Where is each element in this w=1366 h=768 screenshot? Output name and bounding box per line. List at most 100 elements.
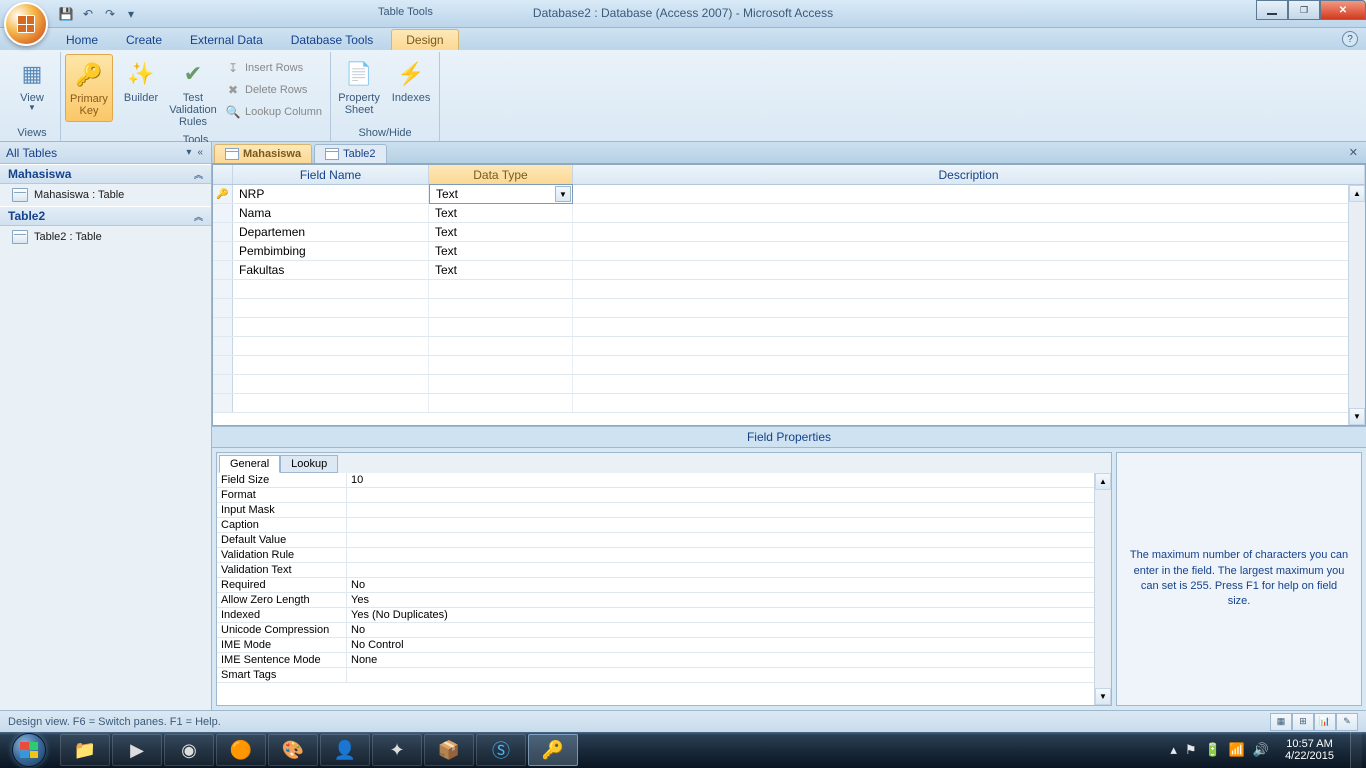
field-name-cell[interactable]: Pembimbing xyxy=(233,242,429,260)
tray-volume-icon[interactable]: 🔊 xyxy=(1253,742,1269,758)
description-cell[interactable] xyxy=(573,204,1365,222)
field-name-cell[interactable]: Departemen xyxy=(233,223,429,241)
description-cell[interactable] xyxy=(573,280,1365,298)
doc-tab-mahasiswa[interactable]: Mahasiswa xyxy=(214,144,312,163)
field-property-row[interactable]: Unicode CompressionNo xyxy=(217,623,1111,638)
property-value[interactable] xyxy=(347,563,1111,577)
description-cell[interactable] xyxy=(573,261,1365,279)
field-name-cell[interactable] xyxy=(233,318,429,336)
field-name-cell[interactable] xyxy=(233,280,429,298)
property-value[interactable] xyxy=(347,533,1111,547)
description-cell[interactable] xyxy=(573,242,1365,260)
fp-tab-lookup[interactable]: Lookup xyxy=(280,455,338,473)
description-cell[interactable] xyxy=(573,299,1365,317)
nav-collapse-icon[interactable]: « xyxy=(195,147,205,158)
tray-network-icon[interactable]: 📶 xyxy=(1229,742,1245,758)
data-type-cell[interactable] xyxy=(429,375,573,393)
taskbar-app3[interactable]: 📦 xyxy=(424,734,474,766)
nav-item-table2[interactable]: Table2 : Table xyxy=(0,226,211,248)
property-value[interactable]: No Control xyxy=(347,638,1111,652)
description-cell[interactable] xyxy=(573,185,1365,203)
undo-icon[interactable]: ↶ xyxy=(78,4,98,24)
design-grid-row[interactable] xyxy=(213,356,1365,375)
row-selector[interactable] xyxy=(213,318,233,336)
design-grid-row[interactable]: FakultasText xyxy=(213,261,1365,280)
row-selector[interactable] xyxy=(213,337,233,355)
office-button[interactable] xyxy=(4,2,48,46)
field-property-row[interactable]: Default Value xyxy=(217,533,1111,548)
design-grid-row[interactable]: NamaText xyxy=(213,204,1365,223)
field-property-row[interactable]: Validation Rule xyxy=(217,548,1111,563)
column-header-field-name[interactable]: Field Name xyxy=(233,165,429,184)
field-property-row[interactable]: Caption xyxy=(217,518,1111,533)
design-grid-row[interactable]: DepartemenText xyxy=(213,223,1365,242)
field-name-cell[interactable] xyxy=(233,299,429,317)
description-cell[interactable] xyxy=(573,223,1365,241)
nav-dropdown-icon[interactable]: ▾ xyxy=(184,147,193,158)
taskbar-paint[interactable]: 🎨 xyxy=(268,734,318,766)
tray-clock[interactable]: 10:57 AM 4/22/2015 xyxy=(1277,738,1342,762)
minimize-button[interactable] xyxy=(1256,0,1288,20)
pivot-chart-view-button[interactable]: 📊 xyxy=(1314,713,1336,731)
scroll-up-icon[interactable]: ▲ xyxy=(1349,185,1365,202)
field-property-row[interactable]: IME Sentence ModeNone xyxy=(217,653,1111,668)
description-cell[interactable] xyxy=(573,318,1365,336)
field-property-row[interactable]: RequiredNo xyxy=(217,578,1111,593)
close-tab-icon[interactable]: ✕ xyxy=(1345,146,1362,159)
field-property-row[interactable]: Smart Tags xyxy=(217,668,1111,683)
save-icon[interactable]: 💾 xyxy=(56,4,76,24)
property-value[interactable] xyxy=(347,518,1111,532)
taskbar-app2[interactable]: 👤 xyxy=(320,734,370,766)
description-cell[interactable] xyxy=(573,394,1365,412)
data-type-cell[interactable] xyxy=(429,280,573,298)
property-value[interactable]: Yes xyxy=(347,593,1111,607)
start-button[interactable] xyxy=(2,732,56,768)
field-property-row[interactable]: Validation Text xyxy=(217,563,1111,578)
field-property-row[interactable]: IndexedYes (No Duplicates) xyxy=(217,608,1111,623)
design-grid-row[interactable]: PembimbingText xyxy=(213,242,1365,261)
nav-item-mahasiswa-table[interactable]: Mahasiswa : Table xyxy=(0,184,211,206)
property-value[interactable]: Yes (No Duplicates) xyxy=(347,608,1111,622)
pivot-table-view-button[interactable]: ⊞ xyxy=(1292,713,1314,731)
taskbar-chrome[interactable]: ◉ xyxy=(164,734,214,766)
design-grid-row[interactable] xyxy=(213,299,1365,318)
maximize-button[interactable] xyxy=(1288,0,1320,20)
field-name-cell[interactable] xyxy=(233,337,429,355)
row-selector[interactable] xyxy=(213,223,233,241)
data-type-cell[interactable]: Text xyxy=(429,223,573,241)
row-selector[interactable] xyxy=(213,375,233,393)
description-cell[interactable] xyxy=(573,337,1365,355)
field-name-cell[interactable] xyxy=(233,394,429,412)
field-property-row[interactable]: Input Mask xyxy=(217,503,1111,518)
fp-scrollbar[interactable]: ▲ ▼ xyxy=(1094,473,1111,705)
design-view-button[interactable]: ✎ xyxy=(1336,713,1358,731)
description-cell[interactable] xyxy=(573,375,1365,393)
field-property-row[interactable]: Format xyxy=(217,488,1111,503)
row-selector[interactable] xyxy=(213,261,233,279)
dropdown-icon[interactable]: ▼ xyxy=(555,186,571,202)
data-type-cell[interactable]: Text xyxy=(429,261,573,279)
tab-home[interactable]: Home xyxy=(52,30,112,50)
data-type-cell[interactable]: Text xyxy=(429,242,573,260)
nav-header[interactable]: All Tables ▾« xyxy=(0,142,211,164)
nav-group-mahasiswa[interactable]: Mahasiswa ︽ xyxy=(0,164,211,184)
taskbar-skype[interactable]: Ⓢ xyxy=(476,734,526,766)
data-type-cell[interactable] xyxy=(429,299,573,317)
property-value[interactable]: None xyxy=(347,653,1111,667)
property-value[interactable] xyxy=(347,503,1111,517)
close-button[interactable] xyxy=(1320,0,1366,20)
data-type-cell[interactable] xyxy=(429,337,573,355)
column-header-description[interactable]: Description xyxy=(573,165,1365,184)
field-property-row[interactable]: IME ModeNo Control xyxy=(217,638,1111,653)
redo-icon[interactable]: ↷ xyxy=(100,4,120,24)
taskbar-app[interactable]: 🟠 xyxy=(216,734,266,766)
design-grid-row[interactable] xyxy=(213,318,1365,337)
design-grid-row[interactable] xyxy=(213,280,1365,299)
tray-battery-icon[interactable]: 🔋 xyxy=(1205,742,1221,758)
view-button[interactable]: ▦ View ▼ xyxy=(8,54,56,117)
data-type-cell[interactable]: Text xyxy=(429,204,573,222)
row-selector[interactable] xyxy=(213,299,233,317)
builder-button[interactable]: ✨ Builder xyxy=(117,54,165,108)
insert-rows-button[interactable]: ↧Insert Rows xyxy=(221,58,326,78)
show-desktop-button[interactable] xyxy=(1350,732,1362,768)
